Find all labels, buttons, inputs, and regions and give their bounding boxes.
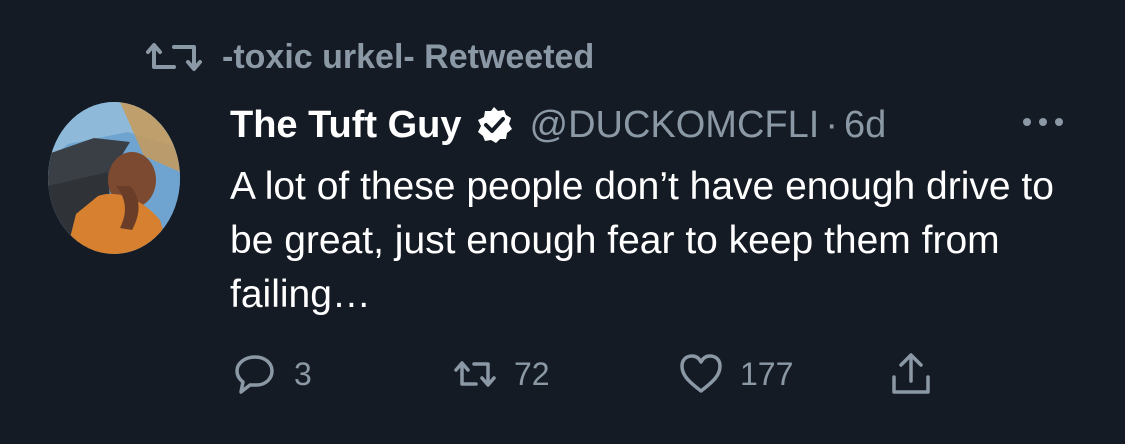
avatar-image — [48, 102, 180, 254]
retweet-button[interactable]: 72 — [452, 351, 678, 397]
reply-icon — [235, 355, 274, 394]
retweet-context-icon — [146, 43, 202, 71]
retweet-icon — [454, 361, 496, 387]
like-count: 177 — [740, 355, 794, 392]
share-icon — [892, 353, 930, 394]
retweet-count: 72 — [514, 355, 550, 392]
tweet-actions: 3 72 177 — [232, 350, 952, 398]
author-name[interactable]: The Tuft Guy — [230, 104, 462, 147]
author-handle[interactable]: @DUCKOMCFLI — [530, 104, 820, 147]
tweet-timestamp[interactable]: 6d — [844, 104, 886, 147]
tweet-text: A lot of these people don’t have enough … — [230, 165, 1054, 316]
like-icon — [680, 354, 722, 393]
retweeted-by-label[interactable]: -toxic urkel- Retweeted — [222, 38, 594, 77]
reply-count: 3 — [294, 355, 312, 392]
like-button[interactable]: 177 — [678, 351, 888, 397]
retweet-context: -toxic urkel- Retweeted — [146, 36, 594, 78]
share-button[interactable] — [888, 351, 934, 397]
more-options-icon[interactable] — [1023, 112, 1073, 132]
verified-badge-icon — [477, 107, 512, 143]
meta-separator: · — [825, 103, 838, 146]
reply-button[interactable]: 3 — [232, 351, 452, 397]
avatar[interactable] — [48, 102, 180, 254]
tweet-header: The Tuft Guy @DUCKOMCFLI · 6d — [230, 100, 1085, 150]
